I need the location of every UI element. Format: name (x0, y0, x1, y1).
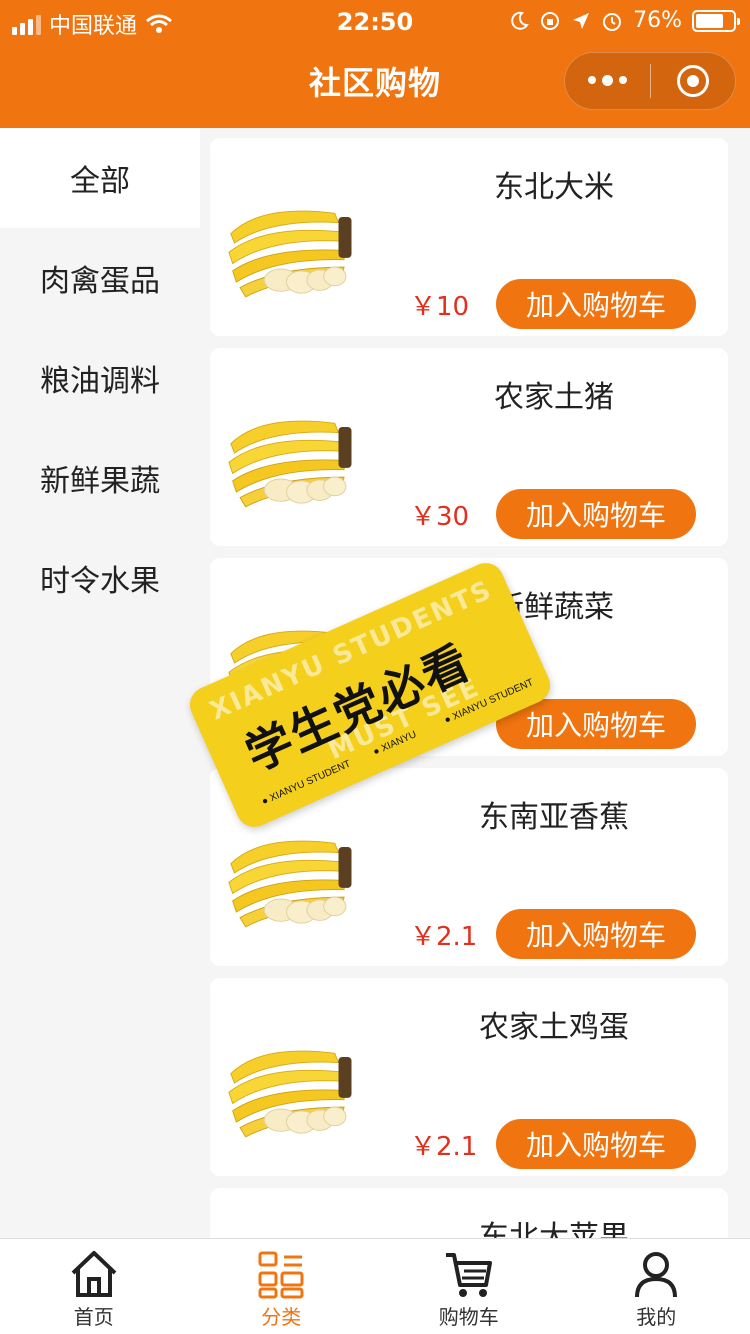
tab-mine[interactable]: 我的 (563, 1239, 750, 1334)
add-to-cart-button[interactable]: 加入购物车 (496, 909, 696, 959)
home-icon (71, 1251, 117, 1297)
product-card[interactable]: 东北大米 ￥10 加入购物车 (210, 138, 728, 336)
category-item-seasonal-fruit[interactable]: 时令水果 (0, 528, 200, 628)
category-sidebar: 全部 肉禽蛋品 粮油调料 新鲜果蔬 时令水果 (0, 128, 200, 1238)
product-image (228, 420, 352, 508)
battery-icon (692, 9, 740, 32)
location-icon (573, 12, 590, 29)
tab-label: 分类 (261, 1305, 302, 1329)
tab-cart[interactable]: 购物车 (375, 1239, 563, 1334)
alarm-icon (603, 12, 622, 31)
product-name: 东北大苹果 (479, 1220, 629, 1238)
product-image (228, 210, 352, 298)
category-item-meat-eggs[interactable]: 肉禽蛋品 (0, 228, 200, 328)
user-icon (635, 1252, 678, 1298)
product-price: ￥10 (410, 292, 470, 322)
bottom-tab-bar: 首页 分类 购物车 我的 (0, 1238, 750, 1334)
status-bar: 中国联通 22:50 76% (0, 0, 750, 44)
more-options-icon[interactable] (565, 75, 650, 86)
tab-home[interactable]: 首页 (0, 1239, 188, 1334)
mini-program-capsule (564, 52, 736, 110)
product-price: ￥2.1 (410, 922, 478, 952)
tab-label: 我的 (636, 1305, 677, 1329)
battery-percent: 76% (633, 8, 682, 33)
product-name: 东南亚香蕉 (479, 800, 629, 835)
product-price: ￥2.1 (410, 1132, 478, 1162)
product-image (228, 840, 352, 928)
cart-icon (445, 1253, 492, 1297)
product-name: 农家土猪 (494, 380, 614, 415)
tab-label: 购物车 (438, 1305, 499, 1329)
category-item-all[interactable]: 全部 (0, 128, 200, 228)
moon-icon (511, 11, 529, 30)
product-name: 农家土鸡蛋 (479, 1010, 629, 1045)
product-image (228, 1050, 352, 1138)
add-to-cart-button[interactable]: 加入购物车 (496, 489, 696, 539)
tab-label: 首页 (73, 1305, 114, 1329)
top-bar: 中国联通 22:50 76% 社区购物 (0, 0, 750, 128)
category-item-fresh-produce[interactable]: 新鲜果蔬 (0, 428, 200, 528)
add-to-cart-button[interactable]: 加入购物车 (496, 279, 696, 329)
product-card[interactable]: 农家土猪 ￥30 加入购物车 (210, 348, 728, 546)
product-price: ￥30 (410, 502, 470, 532)
add-to-cart-button[interactable]: 加入购物车 (496, 1119, 696, 1169)
product-card[interactable]: 东北大苹果 (210, 1188, 728, 1238)
rotation-lock-icon (541, 11, 560, 30)
tab-category[interactable]: 分类 (188, 1239, 376, 1334)
close-mini-program-button[interactable] (651, 65, 736, 97)
product-card[interactable]: 农家土鸡蛋 ￥2.1 加入购物车 (210, 978, 728, 1176)
product-name: 东北大米 (494, 170, 614, 205)
target-icon (676, 65, 709, 97)
category-item-grain-oil[interactable]: 粮油调料 (0, 328, 200, 428)
category-icon (258, 1251, 304, 1299)
